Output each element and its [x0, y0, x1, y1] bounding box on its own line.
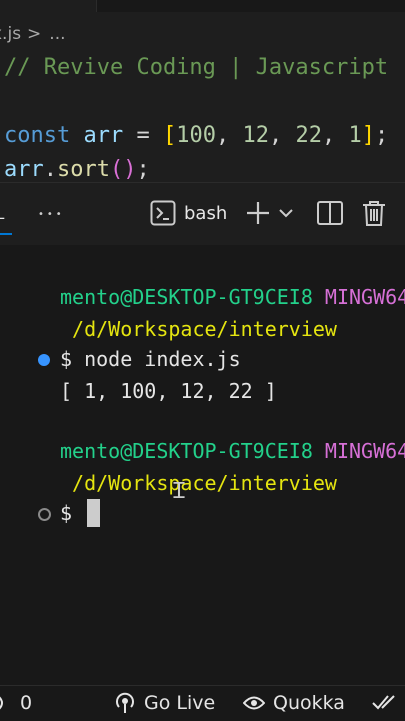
double-check-icon	[372, 695, 395, 710]
active-tab-indicator	[0, 233, 12, 235]
tab-strip	[0, 0, 405, 12]
semicolon: ;	[136, 157, 150, 182]
prompt-user: mento@DESKTOP-GT9CEI8	[60, 439, 313, 463]
code-line-const: const arr = [100, 12, 22, 1];	[4, 123, 389, 148]
split-terminal-icon[interactable]	[316, 199, 344, 227]
variable-arr: arr	[4, 157, 44, 182]
prompt-path-2: /d/Workspace/interview	[60, 471, 337, 495]
bracket-close: ]	[361, 123, 375, 148]
panel-header: L ••• bash	[0, 182, 405, 245]
prompt-line-2: mento@DESKTOP-GT9CEI8 MINGW64	[60, 439, 405, 463]
more-icon[interactable]: •••	[38, 209, 65, 220]
command-output: [ 1, 100, 12, 22 ]	[60, 379, 277, 403]
breadcrumb-separator: >	[27, 24, 42, 44]
bracket-open: [	[162, 123, 177, 148]
code-comment: // Revive Coding | Javascript	[4, 55, 389, 80]
command-pending-icon[interactable]	[38, 508, 51, 521]
chevron-down-icon[interactable]	[278, 205, 294, 221]
prompt-line-1: mento@DESKTOP-GT9CEI8 MINGW64	[60, 285, 405, 309]
parens: ()	[109, 157, 137, 182]
breadcrumb-file[interactable]: x.js	[0, 24, 21, 44]
prompt-path: /d/Workspace/interview	[60, 317, 337, 341]
mouse-ibeam-icon: Ｉ	[168, 479, 191, 504]
prompt-env: MINGW64	[324, 285, 405, 309]
prompt-user: mento@DESKTOP-GT9CEI8	[60, 285, 313, 309]
dot: .	[43, 157, 57, 182]
operator-assign: =	[123, 123, 163, 148]
number-2: 12	[242, 123, 269, 148]
prompt-env: MINGW64	[324, 439, 405, 463]
prettier-item[interactable]	[372, 692, 402, 712]
command-line: $ node index.js	[60, 347, 241, 371]
go-live-label: Go Live	[144, 692, 216, 714]
tab-terminal[interactable]: L	[0, 183, 14, 245]
tab-terminal-label: L	[0, 205, 5, 223]
terminal-cursor	[87, 499, 100, 527]
eye-icon	[243, 696, 265, 710]
code-line-sort: arr.sort();	[4, 157, 150, 182]
keyword-const: const	[4, 123, 71, 148]
breadcrumb[interactable]: x.js > ...	[0, 20, 66, 48]
semicolon: ;	[374, 123, 389, 148]
broadcast-tower-icon	[116, 692, 134, 713]
trash-icon[interactable]	[361, 199, 387, 227]
number-1: 100	[176, 123, 216, 148]
broadcast-icon	[0, 696, 3, 710]
prompt-path-1: /d/Workspace/interview	[60, 317, 337, 341]
ports-count: 0	[20, 692, 33, 714]
quokka-label: Quokka	[273, 692, 345, 714]
number-4: 1	[348, 123, 362, 148]
ports-item[interactable]: 0	[0, 692, 32, 714]
terminal[interactable]: mento@DESKTOP-GT9CEI8 MINGW64 /d/Workspa…	[0, 245, 405, 685]
number-3: 22	[295, 123, 322, 148]
new-terminal-plus-icon[interactable]	[244, 199, 272, 227]
code-editor[interactable]: // Revive Coding | Javascript const arr …	[0, 48, 405, 182]
quokka-button[interactable]: Quokka	[243, 692, 345, 714]
tab-strip-empty	[96, 0, 405, 12]
function-sort: sort	[57, 157, 110, 182]
terminal-name: bash	[184, 202, 228, 224]
breadcrumb-more[interactable]: ...	[49, 24, 65, 44]
command-success-icon[interactable]	[38, 354, 50, 366]
status-bar: 0 Go Live Quokka	[0, 685, 405, 721]
prompt-path: /d/Workspace/interview	[60, 471, 337, 495]
terminal-select[interactable]: bash	[150, 200, 227, 226]
terminal-icon	[150, 200, 176, 226]
go-live-button[interactable]: Go Live	[114, 692, 215, 714]
prompt-symbol: $	[60, 501, 73, 525]
variable-arr: arr	[83, 123, 124, 148]
